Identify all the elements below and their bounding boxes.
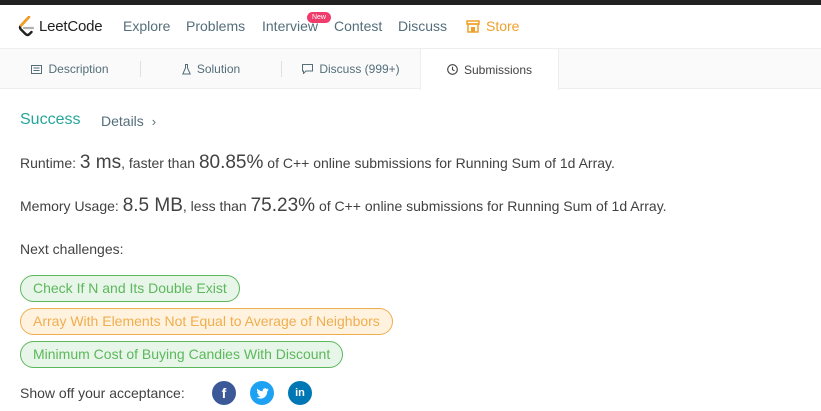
memory-stat: Memory Usage: 8.5 MB , less than 75.23% … <box>20 195 667 217</box>
memory-comparison: , less than <box>182 198 251 214</box>
tab-discuss-label: Discuss (999+) <box>319 62 400 76</box>
nav-explore[interactable]: Explore <box>123 18 170 34</box>
clock-icon <box>447 64 458 75</box>
linkedin-icon[interactable]: in <box>288 381 312 405</box>
runtime-suffix: of C++ online submissions for Running Su… <box>263 155 615 171</box>
nav-store[interactable]: Store <box>466 18 519 34</box>
nav-discuss[interactable]: Discuss <box>398 18 447 34</box>
top-navbar: LeetCode Explore Problems Interview New … <box>0 5 821 47</box>
tab-description-label: Description <box>48 62 109 76</box>
tab-submissions-label: Submissions <box>463 62 533 77</box>
challenge-pill-medium[interactable]: Array With Elements Not Equal to Average… <box>20 308 393 335</box>
leetcode-logo[interactable]: LeetCode <box>18 15 103 37</box>
new-badge: New <box>307 12 331 23</box>
runtime-percent: 80.85% <box>198 152 264 173</box>
memory-label: Memory Usage: <box>20 198 123 214</box>
memory-suffix: of C++ online submissions for Running Su… <box>315 198 667 214</box>
challenge-pill-easy[interactable]: Minimum Cost of Buying Candies With Disc… <box>20 341 344 368</box>
tab-submissions[interactable]: Submissions <box>420 49 559 90</box>
memory-value: 8.5 MB <box>122 195 183 216</box>
facebook-icon[interactable]: f <box>212 381 236 405</box>
leetcode-logo-icon <box>18 15 35 36</box>
share-label: Show off your acceptance: <box>20 385 185 401</box>
chevron-right-icon: › <box>151 113 157 129</box>
tab-solution-label: Solution <box>196 62 241 76</box>
discuss-icon <box>302 64 314 74</box>
runtime-label: Runtime: <box>20 155 80 171</box>
store-icon <box>466 19 480 33</box>
tab-solution[interactable]: Solution <box>141 49 281 89</box>
challenge-pill-easy[interactable]: Check If N and Its Double Exist <box>20 275 240 302</box>
tab-discuss[interactable]: Discuss (999+) <box>282 49 420 89</box>
nav-problems[interactable]: Problems <box>186 18 245 34</box>
logo-text: LeetCode <box>39 17 103 35</box>
runtime-comparison: , faster than <box>121 155 199 171</box>
twitter-icon[interactable] <box>250 381 274 405</box>
memory-percent: 75.23% <box>250 195 316 216</box>
flask-icon <box>181 63 191 74</box>
runtime-stat: Runtime: 3 ms , faster than 80.85% of C+… <box>20 152 615 174</box>
store-label: Store <box>486 18 520 34</box>
runtime-value: 3 ms <box>79 152 122 173</box>
details-label: Details <box>101 113 144 129</box>
details-link[interactable]: Details › <box>101 113 156 129</box>
next-challenges-label: Next challenges: <box>20 241 124 257</box>
nav-contest[interactable]: Contest <box>334 18 382 34</box>
tab-description[interactable]: Description <box>0 49 140 89</box>
submission-status: Success <box>20 111 81 128</box>
problem-tabs: Description Solution Discuss (999+) Subm… <box>0 48 821 90</box>
twitter-bird-glyph <box>256 387 268 399</box>
description-icon <box>31 64 43 74</box>
